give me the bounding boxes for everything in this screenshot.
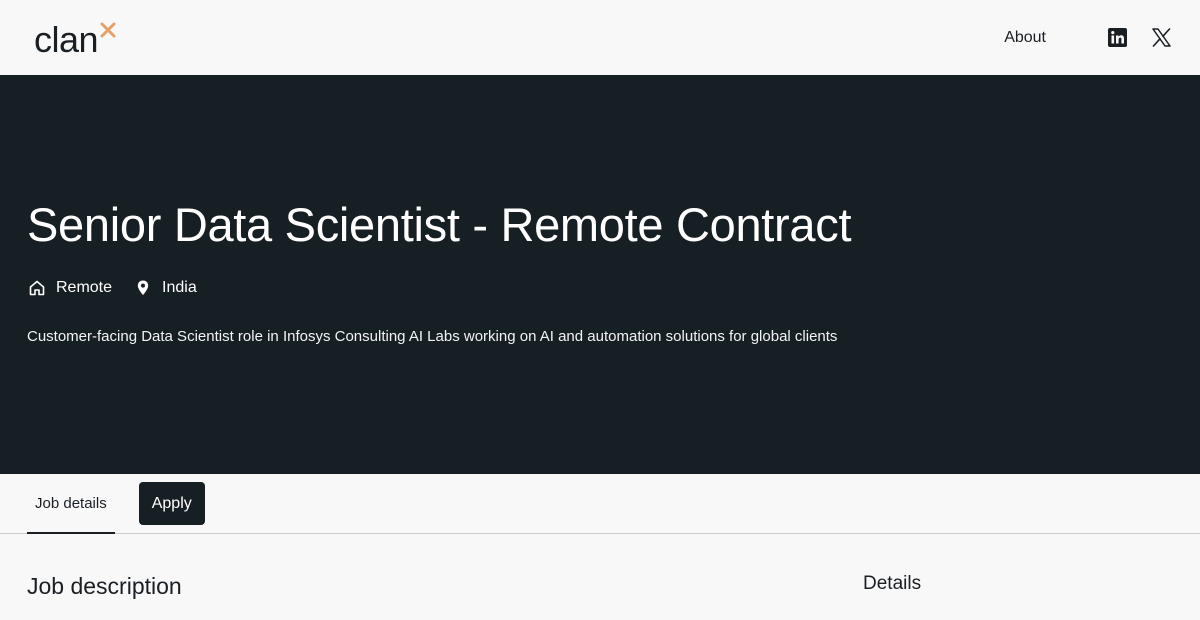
job-title: Senior Data Scientist - Remote Contract [27,198,852,251]
tab-job-details[interactable]: Job details [27,474,115,534]
job-description-heading: Job description [27,573,182,599]
logo-text: clan [34,18,99,60]
job-hero-banner: Senior Data Scientist - Remote Contract … [0,75,1200,474]
home-icon [29,280,45,296]
top-navbar: clan About [0,0,1200,75]
clanx-logo[interactable]: clan [34,18,116,60]
logo-x-mark-icon [100,22,116,43]
job-summary: Customer-facing Data Scientist role in I… [27,328,838,345]
linkedin-icon[interactable] [1106,27,1128,49]
job-meta: Remote India [28,279,219,297]
x-twitter-icon[interactable] [1150,27,1172,49]
job-tabs: Job details Apply [0,474,1200,534]
header-nav: About [1004,27,1172,49]
job-content: Job description Details [0,534,1200,620]
location-label: India [162,279,197,296]
nav-about-link[interactable]: About [1004,29,1046,47]
work-mode-label: Remote [56,279,113,296]
apply-button[interactable]: Apply [138,482,205,525]
details-heading: Details [863,573,922,594]
location-pin-icon [137,280,149,295]
work-mode: Remote [28,279,112,297]
job-location: India [134,279,197,297]
